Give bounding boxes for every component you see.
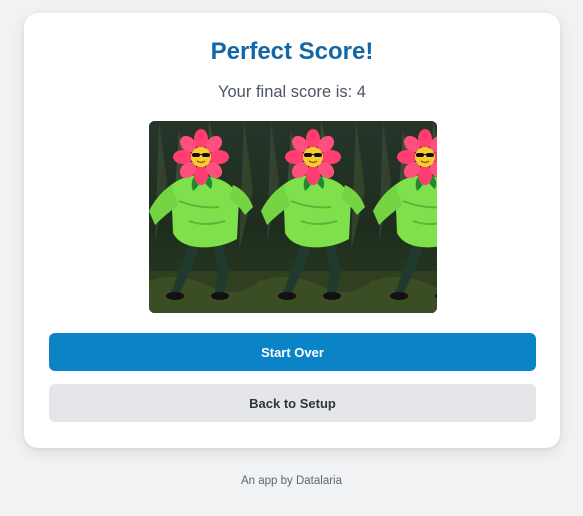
celebration-image	[149, 121, 437, 313]
footer-credit: An app by Datalaria	[240, 475, 342, 487]
final-score-text: Your final score is: 4	[218, 83, 366, 101]
result-title: Perfect Score!	[210, 38, 374, 65]
result-card: Perfect Score! Your final score is: 4 St…	[24, 13, 560, 448]
start-over-button[interactable]: Start Over	[49, 333, 536, 371]
back-to-setup-button[interactable]: Back to Setup	[49, 384, 536, 422]
